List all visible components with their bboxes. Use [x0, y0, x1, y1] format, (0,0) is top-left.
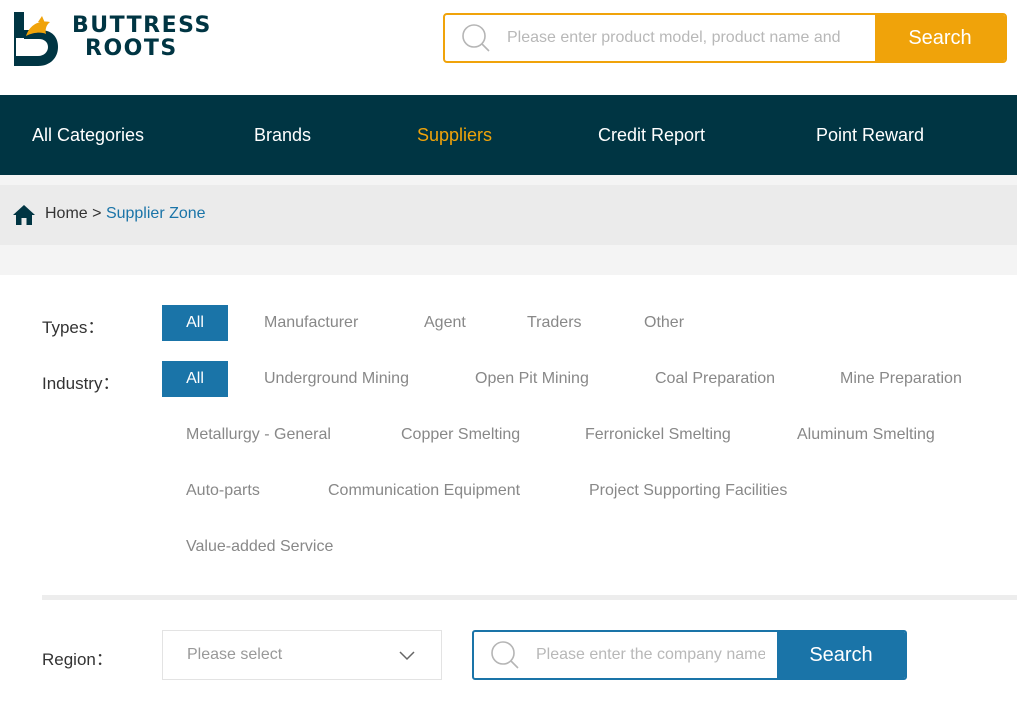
- industry-option-mine-preparation[interactable]: Mine Preparation: [840, 370, 962, 388]
- nav-item-suppliers[interactable]: Suppliers: [417, 95, 492, 175]
- product-search-button[interactable]: Search: [875, 15, 1005, 61]
- industry-option-aluminum-smelting[interactable]: Aluminum Smelting: [797, 426, 935, 444]
- type-option-all[interactable]: All: [162, 305, 228, 341]
- industry-option-auto-parts[interactable]: Auto-parts: [186, 482, 260, 500]
- brand-line-2: ROOTS: [85, 36, 178, 61]
- nav-item-point-reward[interactable]: Point Reward: [816, 95, 924, 175]
- region-select[interactable]: Please select: [162, 630, 442, 680]
- type-option-manufacturer[interactable]: Manufacturer: [264, 314, 358, 332]
- filter-divider: [42, 595, 1017, 600]
- industry-option-communication-equipment[interactable]: Communication Equipment: [328, 482, 520, 500]
- industry-option-underground-mining[interactable]: Underground Mining: [264, 370, 409, 388]
- industry-option-all[interactable]: All: [162, 361, 228, 397]
- search-icon: [445, 15, 507, 61]
- main-nav: All Categories Brands Suppliers Credit R…: [0, 95, 1017, 175]
- types-label: Types：: [42, 318, 105, 337]
- company-search-button[interactable]: Search: [777, 632, 905, 678]
- breadcrumb-current: Supplier Zone: [105, 205, 206, 222]
- search-icon: [474, 632, 536, 678]
- home-icon[interactable]: [12, 204, 36, 226]
- type-option-agent[interactable]: Agent: [424, 314, 466, 332]
- industry-label: Industry：: [42, 374, 120, 393]
- breadcrumb-home-link[interactable]: Home: [45, 205, 88, 222]
- nav-item-all-categories[interactable]: All Categories: [32, 95, 144, 175]
- breadcrumb-separator: >: [92, 205, 102, 222]
- industry-option-ferronickel-smelting[interactable]: Ferronickel Smelting: [585, 426, 731, 444]
- breadcrumb-trail: Home > Supplier Zone: [45, 205, 206, 223]
- breadcrumb-area: Home > Supplier Zone: [0, 175, 1017, 275]
- company-search-input[interactable]: [536, 632, 777, 678]
- nav-item-brands[interactable]: Brands: [254, 95, 311, 175]
- company-search-box: Search: [472, 630, 907, 680]
- type-option-traders[interactable]: Traders: [527, 314, 582, 332]
- brand-name[interactable]: BUTTRESS ROOTS: [72, 14, 212, 60]
- product-search-input[interactable]: [507, 15, 875, 61]
- region-label: Region：: [42, 650, 113, 669]
- brand-line-1: BUTTRESS: [72, 13, 212, 38]
- nav-item-credit-report[interactable]: Credit Report: [598, 95, 705, 175]
- product-search-box: Search: [443, 13, 1007, 63]
- industry-option-value-added-service[interactable]: Value-added Service: [186, 538, 333, 556]
- site-header: BUTTRESS ROOTS Search: [0, 0, 1017, 95]
- type-option-other[interactable]: Other: [644, 314, 684, 332]
- chevron-down-icon: [399, 651, 415, 661]
- region-select-value: Please select: [187, 646, 283, 663]
- industry-option-coal-preparation[interactable]: Coal Preparation: [655, 370, 775, 388]
- breadcrumb: Home > Supplier Zone: [0, 185, 1017, 245]
- buttress-roots-logo-icon[interactable]: [12, 12, 60, 66]
- industry-option-metallurgy-general[interactable]: Metallurgy - General: [186, 426, 331, 444]
- industry-option-project-supporting-facilities[interactable]: Project Supporting Facilities: [589, 482, 787, 500]
- industry-option-copper-smelting[interactable]: Copper Smelting: [401, 426, 520, 444]
- industry-option-open-pit-mining[interactable]: Open Pit Mining: [475, 370, 589, 388]
